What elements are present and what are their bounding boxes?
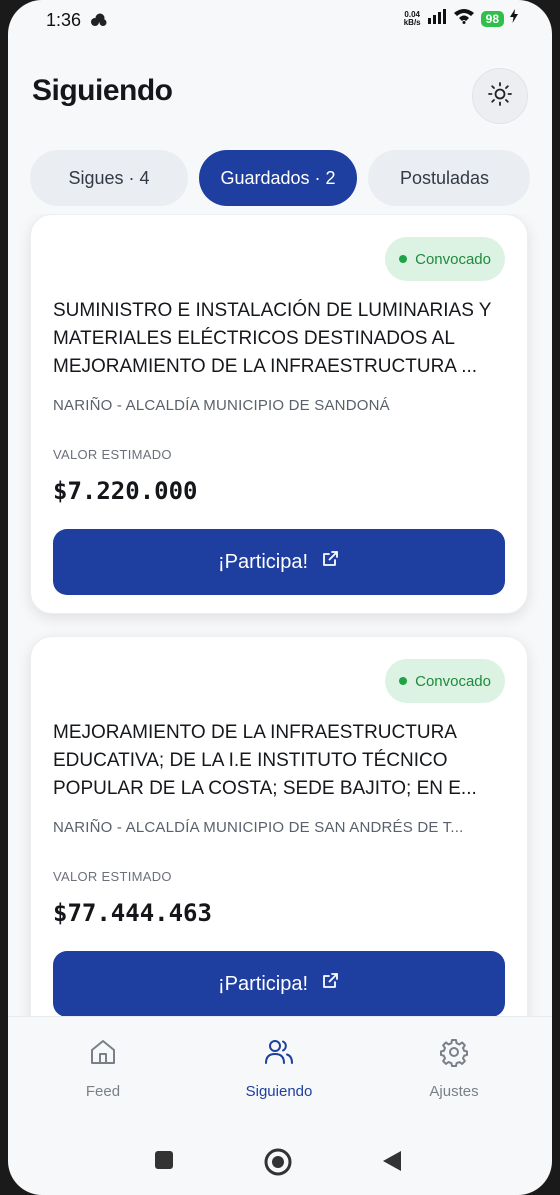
signal-icon — [427, 8, 447, 29]
phone-screen: 1:36 0.04 kB/s 98 Siguiendo Sigues · 4 G… — [8, 0, 552, 1195]
home-button[interactable] — [264, 1148, 292, 1181]
filter-tabs: Sigues · 4 Guardados · 2 Postuladas — [30, 150, 552, 206]
nav-feed-label: Feed — [85, 1083, 121, 1100]
participate-button[interactable]: ¡Participa! — [53, 951, 505, 1016]
tender-title: SUMINISTRO E INSTALACIÓN DE LUMINARIAS Y… — [53, 300, 492, 377]
wifi-icon — [453, 8, 475, 29]
tender-card[interactable]: Convocado SUMINISTRO E INSTALACIÓN DE LU… — [30, 214, 528, 614]
tab-postuladas[interactable]: Postuladas — [368, 150, 530, 206]
page-title: Siguiendo — [32, 74, 173, 107]
status-dot-icon — [399, 677, 408, 685]
charging-icon — [510, 9, 518, 28]
gear-icon — [439, 1037, 469, 1071]
app-notification-icon — [90, 13, 108, 32]
tender-entity: NARIÑO - ALCALDÍA MUNICIPIO DE SAN ANDRÉ… — [53, 819, 464, 836]
status-icons: 0.04 kB/s 98 — [404, 8, 518, 29]
home-icon — [88, 1037, 118, 1071]
status-badge: Convocado — [385, 659, 505, 703]
status-badge-label: Convocado — [415, 250, 491, 268]
tab-guardados[interactable]: Guardados · 2 — [199, 150, 357, 206]
estimated-value: $7.220.000 — [53, 477, 198, 505]
sun-icon — [487, 81, 513, 112]
theme-toggle-button[interactable] — [472, 68, 528, 124]
external-link-icon — [320, 971, 340, 997]
bottom-navigation: Feed Siguiendo Ajustes — [8, 1016, 552, 1116]
participate-button[interactable]: ¡Participa! — [53, 529, 505, 595]
system-navigation — [8, 1128, 552, 1195]
status-bar: 1:36 0.04 kB/s 98 — [8, 0, 552, 40]
estimated-value: $77.444.463 — [53, 899, 212, 927]
status-dot-icon — [399, 255, 408, 263]
status-badge: Convocado — [385, 237, 505, 281]
tender-title: MEJORAMIENTO DE LA INFRAESTRUCTURA EDUCA… — [53, 722, 477, 799]
external-link-icon — [320, 549, 340, 575]
net-speed: 0.04 kB/s — [403, 9, 421, 27]
saved-list[interactable]: Convocado SUMINISTRO E INSTALACIÓN DE LU… — [8, 214, 552, 1016]
nav-ajustes[interactable]: Ajustes — [394, 1035, 514, 1100]
value-label: VALOR ESTIMADO — [53, 447, 172, 462]
participate-button-label: ¡Participa! — [217, 550, 309, 573]
battery-indicator: 98 — [480, 10, 504, 27]
value-label: VALOR ESTIMADO — [53, 869, 172, 884]
tender-entity: NARIÑO - ALCALDÍA MUNICIPIO DE SANDONÁ — [53, 397, 390, 414]
nav-siguiendo-label: Siguiendo — [245, 1083, 313, 1100]
participate-button-label: ¡Participa! — [217, 972, 309, 995]
status-time: 1:36 — [46, 10, 82, 30]
nav-feed[interactable]: Feed — [43, 1035, 163, 1100]
nav-siguiendo[interactable]: Siguiendo — [219, 1035, 339, 1100]
back-button[interactable] — [382, 1150, 402, 1177]
tender-card[interactable]: Convocado MEJORAMIENTO DE LA INFRAESTRUC… — [30, 636, 528, 1016]
nav-ajustes-label: Ajustes — [429, 1083, 479, 1100]
recents-button[interactable] — [154, 1150, 174, 1175]
status-badge-label: Convocado — [415, 672, 491, 690]
users-icon — [263, 1037, 295, 1071]
tab-sigues[interactable]: Sigues · 4 — [30, 150, 188, 206]
